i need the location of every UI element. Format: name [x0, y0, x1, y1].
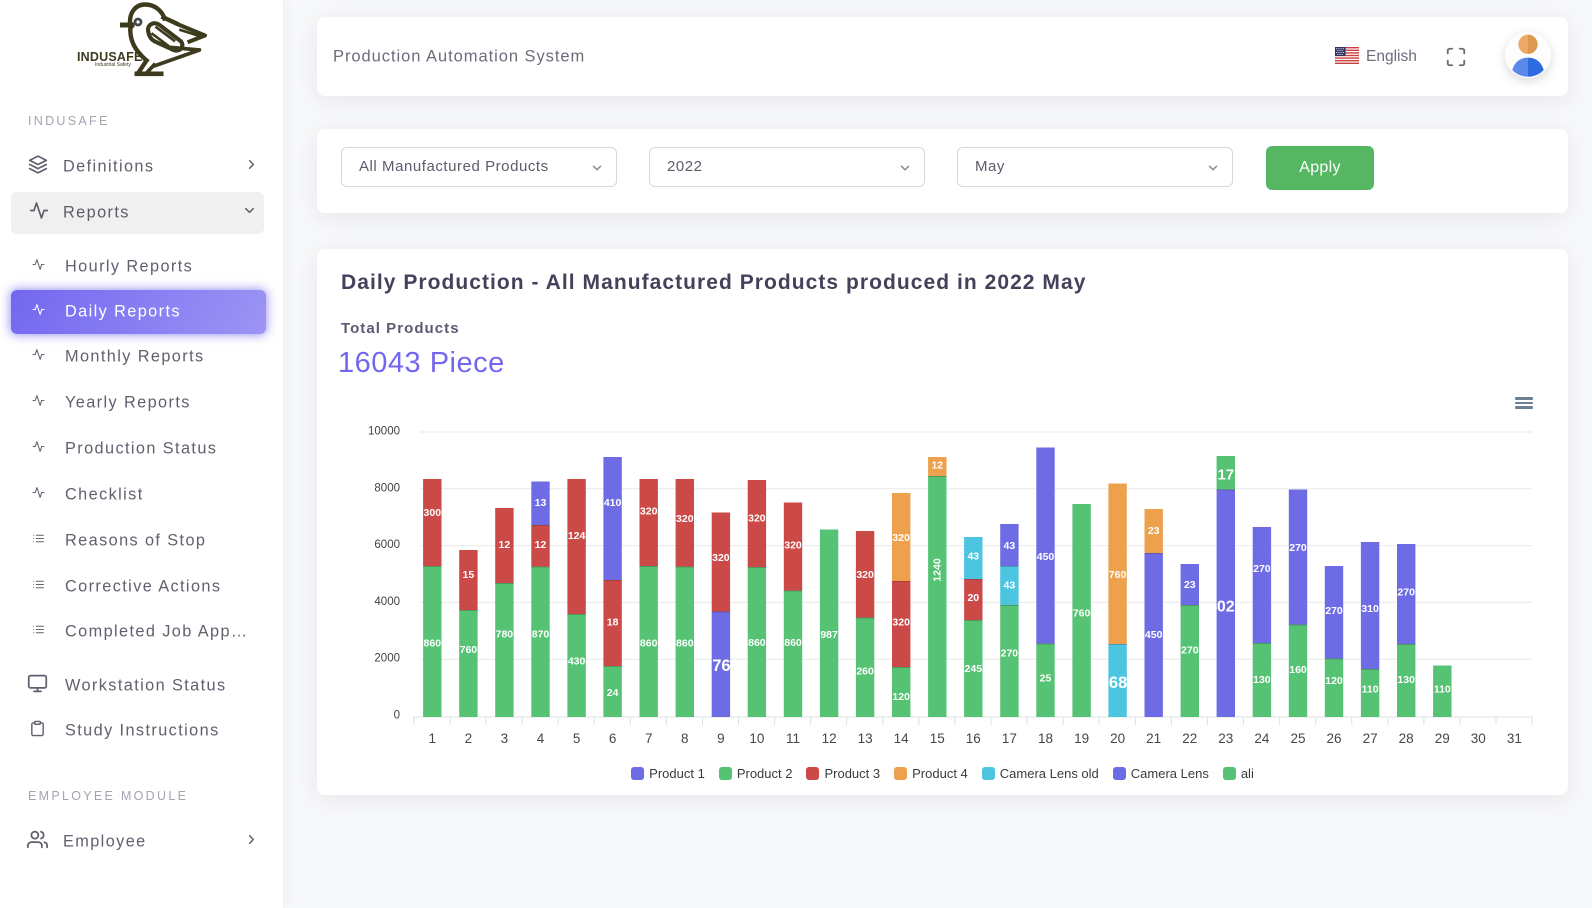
- svg-text:120: 120: [1325, 675, 1343, 687]
- svg-text:124: 124: [568, 530, 586, 542]
- svg-text:410: 410: [604, 497, 622, 509]
- svg-text:430: 430: [568, 656, 586, 668]
- svg-text:12: 12: [535, 539, 547, 551]
- svg-text:12: 12: [931, 459, 943, 471]
- svg-text:15: 15: [930, 731, 945, 746]
- svg-text:19: 19: [1074, 731, 1089, 746]
- svg-text:860: 860: [784, 637, 802, 649]
- svg-text:987: 987: [820, 629, 838, 641]
- svg-text:25: 25: [1040, 672, 1052, 684]
- svg-text:31: 31: [1507, 731, 1522, 746]
- svg-text:21: 21: [1146, 731, 1161, 746]
- svg-text:270: 270: [1325, 605, 1343, 617]
- svg-text:760: 760: [1109, 569, 1127, 581]
- svg-text:5: 5: [573, 731, 581, 746]
- svg-text:24: 24: [1254, 731, 1270, 746]
- svg-text:320: 320: [748, 513, 766, 525]
- svg-text:23: 23: [1218, 731, 1233, 746]
- svg-text:760: 760: [1073, 608, 1091, 620]
- svg-text:13: 13: [535, 497, 547, 509]
- svg-text:1240: 1240: [931, 558, 943, 582]
- svg-text:685: 685: [1109, 674, 1137, 692]
- svg-text:320: 320: [892, 532, 910, 544]
- svg-text:300: 300: [424, 507, 442, 519]
- svg-text:15: 15: [463, 569, 475, 581]
- svg-text:12: 12: [822, 731, 837, 746]
- svg-text:6: 6: [609, 731, 617, 746]
- svg-text:450: 450: [1037, 551, 1055, 563]
- svg-text:320: 320: [640, 506, 658, 518]
- svg-text:130: 130: [1253, 674, 1271, 686]
- svg-text:25: 25: [1290, 731, 1305, 746]
- svg-text:18: 18: [607, 617, 619, 629]
- svg-text:27: 27: [1363, 731, 1378, 746]
- svg-text:4000: 4000: [374, 596, 400, 608]
- svg-text:20: 20: [1110, 731, 1125, 746]
- svg-text:30: 30: [1471, 731, 1486, 746]
- svg-text:8000: 8000: [374, 482, 400, 494]
- svg-text:17: 17: [1002, 731, 1017, 746]
- svg-text:14: 14: [894, 731, 910, 746]
- svg-text:270: 270: [1289, 542, 1307, 554]
- svg-text:11: 11: [786, 731, 800, 746]
- svg-text:22: 22: [1182, 731, 1197, 746]
- svg-text:29: 29: [1435, 731, 1450, 746]
- svg-text:10000: 10000: [368, 426, 400, 438]
- svg-text:780: 780: [496, 629, 514, 641]
- svg-text:43: 43: [1004, 580, 1016, 592]
- svg-text:160: 160: [1289, 664, 1307, 676]
- svg-text:270: 270: [1181, 645, 1199, 657]
- svg-text:860: 860: [676, 638, 694, 650]
- svg-text:17: 17: [1217, 467, 1234, 484]
- svg-text:320: 320: [676, 513, 694, 525]
- svg-text:860: 860: [748, 637, 766, 649]
- svg-text:43: 43: [967, 550, 979, 562]
- svg-text:9: 9: [717, 731, 725, 746]
- svg-text:270: 270: [1397, 587, 1415, 599]
- svg-text:12: 12: [499, 539, 511, 551]
- svg-text:8: 8: [681, 731, 689, 746]
- svg-text:23: 23: [1148, 525, 1160, 537]
- svg-text:270: 270: [1253, 563, 1271, 575]
- svg-text:0: 0: [394, 710, 400, 722]
- svg-text:760: 760: [460, 644, 478, 656]
- svg-text:870: 870: [532, 629, 550, 641]
- svg-text:26: 26: [1326, 731, 1341, 746]
- svg-text:450: 450: [1145, 629, 1163, 641]
- svg-text:120: 120: [892, 691, 910, 703]
- svg-text:260: 260: [856, 666, 874, 678]
- svg-text:1: 1: [429, 731, 437, 746]
- svg-text:10: 10: [749, 731, 764, 746]
- svg-text:110: 110: [1362, 684, 1379, 696]
- svg-text:2: 2: [465, 731, 473, 746]
- svg-text:320: 320: [892, 617, 910, 629]
- svg-text:320: 320: [856, 569, 874, 581]
- svg-text:24: 24: [607, 687, 619, 699]
- svg-text:860: 860: [640, 638, 658, 650]
- svg-text:43: 43: [1004, 540, 1016, 552]
- svg-text:13: 13: [858, 731, 873, 746]
- svg-text:860: 860: [424, 638, 442, 650]
- svg-text:310: 310: [1361, 603, 1379, 615]
- svg-text:270: 270: [1001, 648, 1019, 660]
- svg-text:320: 320: [712, 552, 730, 564]
- svg-text:23: 23: [1184, 579, 1196, 591]
- svg-text:4: 4: [537, 731, 545, 746]
- svg-text:110: 110: [1434, 684, 1451, 696]
- svg-text:320: 320: [784, 540, 802, 552]
- svg-text:16: 16: [966, 731, 981, 746]
- svg-text:7: 7: [645, 731, 653, 746]
- svg-text:20: 20: [967, 592, 979, 604]
- svg-text:3: 3: [501, 731, 509, 746]
- svg-text:4025: 4025: [1208, 599, 1244, 616]
- svg-text:6000: 6000: [374, 539, 400, 551]
- svg-text:130: 130: [1397, 674, 1415, 686]
- svg-text:28: 28: [1399, 731, 1414, 746]
- svg-text:245: 245: [965, 663, 983, 675]
- svg-text:18: 18: [1038, 731, 1053, 746]
- svg-text:2000: 2000: [374, 653, 400, 665]
